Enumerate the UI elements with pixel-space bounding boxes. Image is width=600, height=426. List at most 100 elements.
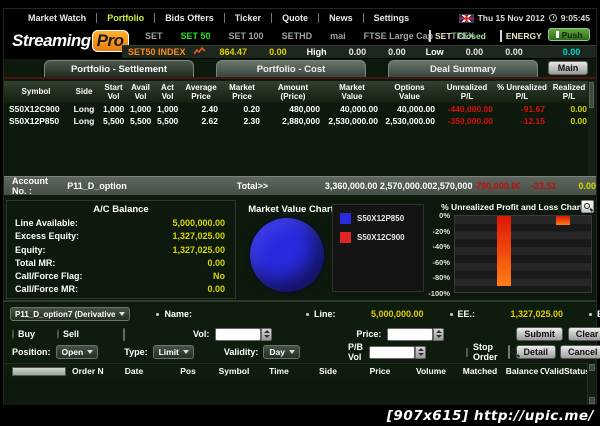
menu-item[interactable]: Portfolio [97, 13, 156, 23]
select-all-checkbox[interactable] [12, 366, 66, 376]
portfolio-header-cell[interactable]: Market Price [221, 81, 263, 103]
uk-flag-icon[interactable] [458, 13, 474, 23]
position-dropdown[interactable]: Open [55, 345, 99, 359]
market-tab[interactable]: SET 100 [220, 31, 273, 41]
pb-vol-spinner[interactable] [415, 345, 427, 359]
portfolio-header-cell[interactable]: Unrealized P/L [438, 81, 496, 103]
portfolio-scrollbar[interactable] [588, 81, 595, 176]
submit-button[interactable]: Submit [516, 327, 563, 341]
orders-header-cell[interactable]: Side [302, 366, 354, 376]
portfolio-header-cell[interactable]: Options Value [381, 81, 438, 103]
pnl-chart-plot[interactable] [454, 215, 592, 293]
vol-spinner[interactable] [261, 327, 273, 341]
orders-header-cell[interactable]: Symbol [212, 366, 256, 376]
chart-zoom-button[interactable] [581, 200, 594, 213]
portfolio-header-cell[interactable]: % Unrealized P/L [496, 81, 548, 103]
balance-row: Excess Equity: 1,327,025.00 [7, 231, 235, 241]
portfolio-header-cell[interactable]: Side [68, 81, 100, 103]
portfolio-header-cell[interactable]: Realized P/L [548, 81, 590, 103]
status-state-label: Closed [457, 31, 486, 41]
market-tab[interactable]: SET [136, 31, 172, 41]
logo-text: Streaming [12, 31, 91, 50]
push-button[interactable]: Push [548, 28, 590, 41]
orders-header-cell[interactable]: Pos [164, 366, 212, 376]
orders-header-cell[interactable]: Time [256, 366, 302, 376]
cell-amount: 2,880,000 [282, 116, 320, 126]
orders-header-cell[interactable]: Valid [544, 366, 564, 376]
order-entry-row1: Buy Sell Vol: Price: Submit Clear [4, 325, 600, 343]
time-label: 9:05:45 [560, 13, 590, 23]
cancel-button[interactable]: Cancel [560, 345, 600, 359]
menu-item[interactable]: Bids Offers [155, 13, 225, 23]
cell-pct-unrealized-pl: -12.15 [520, 116, 545, 126]
market-value-pie-chart[interactable] [250, 218, 324, 292]
detail-button[interactable]: Detail [515, 345, 557, 359]
orders-header-cell[interactable]: Volume [406, 366, 456, 376]
cell-market-price: 2.30 [243, 116, 260, 126]
middle-section: A/C Balance Line Available: 5,000,000.00… [4, 198, 596, 302]
scroll-up-arrow[interactable] [589, 364, 595, 371]
stop-order-checkbox[interactable] [466, 347, 469, 357]
view-tab[interactable]: Portfolio - Cost [216, 60, 366, 77]
index-name[interactable]: SET50 INDEX [128, 47, 186, 57]
menu-item[interactable]: Settings [364, 13, 420, 23]
portfolio-header-cell[interactable]: Start Vol [100, 81, 127, 103]
total-amount: 3,360,000.00 [324, 181, 378, 191]
view-tab[interactable]: Deal Summary [388, 60, 538, 77]
market-tab[interactable]: mai [321, 31, 355, 41]
menu-item[interactable]: Ticker [225, 13, 273, 23]
market-tab[interactable]: SET 50 [172, 31, 220, 41]
cell-start-vol: 1,000 [103, 104, 125, 114]
clear-button[interactable]: Clear [567, 327, 600, 341]
sparkline-icon[interactable] [192, 46, 206, 57]
scrollbar-thumb[interactable] [589, 82, 594, 108]
portfolio-header-cell[interactable]: Amount (Price) [263, 81, 323, 103]
cell-options-value: 40,000.00 [397, 104, 435, 114]
cell-average-price: 2.62 [201, 116, 218, 126]
vol-input[interactable] [215, 327, 262, 341]
portfolio-row[interactable]: S50X12P850 Long 5,500 5,500 5,500 2.62 2… [4, 115, 590, 127]
orders-header-cell[interactable]: Price [354, 366, 406, 376]
portfolio-header-cell[interactable]: Act Vol [154, 81, 181, 103]
pnl-chart-panel: % Unrealized Profit and Loss Chart 0% -20… [428, 200, 596, 299]
menu-item[interactable]: News [319, 13, 364, 23]
y-tick-label: -60% [432, 257, 450, 267]
sell-radio[interactable] [57, 329, 60, 339]
validity-dropdown[interactable]: Day [263, 345, 300, 359]
menu-bar: Market Watch Portfolio Bids Offers Ticke… [4, 9, 596, 27]
orders-scrollbar[interactable] [587, 363, 595, 405]
chevron-down-icon [119, 312, 126, 316]
portfolio-header-cell[interactable]: Avail Vol [127, 81, 154, 103]
main-button[interactable]: Main [548, 61, 588, 75]
pb-vol-input[interactable] [369, 345, 416, 359]
search-button[interactable] [507, 345, 518, 359]
type-dropdown[interactable]: Limit [152, 345, 194, 359]
account-selector-dropdown[interactable]: P11_D_option7 (Derivative [10, 307, 131, 321]
cell-symbol: S50X12P850 [9, 116, 60, 126]
index-change: 0.00 [269, 47, 287, 57]
portfolio-row[interactable]: S50X12C900 Long 1,000 1,000 1,000 2.40 0… [4, 103, 590, 115]
buy-radio[interactable] [12, 329, 14, 339]
price-spinner[interactable] [433, 327, 445, 341]
portfolio-header-cell[interactable]: Market Value [323, 81, 381, 103]
total-options-value: 2,570,000.00 [432, 181, 473, 191]
sell-label: Sell [63, 329, 80, 339]
portfolio-header-cell[interactable]: Symbol [4, 81, 68, 103]
orders-header-cell[interactable]: Balance [504, 366, 540, 376]
price-input[interactable] [387, 327, 434, 341]
scroll-down-arrow[interactable] [589, 397, 595, 404]
view-tab[interactable]: Portfolio - Settlement [44, 60, 194, 77]
menu-item[interactable]: Market Watch [18, 13, 98, 23]
market-tab[interactable]: SETHD [273, 31, 322, 41]
symbol-input[interactable] [123, 327, 126, 341]
orders-header-cell[interactable]: Date [104, 366, 164, 376]
index-value: 864.47 [219, 47, 248, 57]
menu-item[interactable]: Quote [272, 13, 320, 23]
bullet-icon [589, 312, 593, 316]
portfolio-header-cell[interactable]: Average Price [181, 81, 221, 103]
y-tick-label: -40% [432, 242, 450, 252]
view-tabs-row: Portfolio - Settlement Portfolio - Cost … [4, 59, 596, 79]
orders-header-cell[interactable]: Matched [456, 366, 504, 376]
orders-header-cell[interactable]: Order No [72, 366, 104, 376]
total-market-value: 2,570,000.00 [379, 181, 433, 191]
